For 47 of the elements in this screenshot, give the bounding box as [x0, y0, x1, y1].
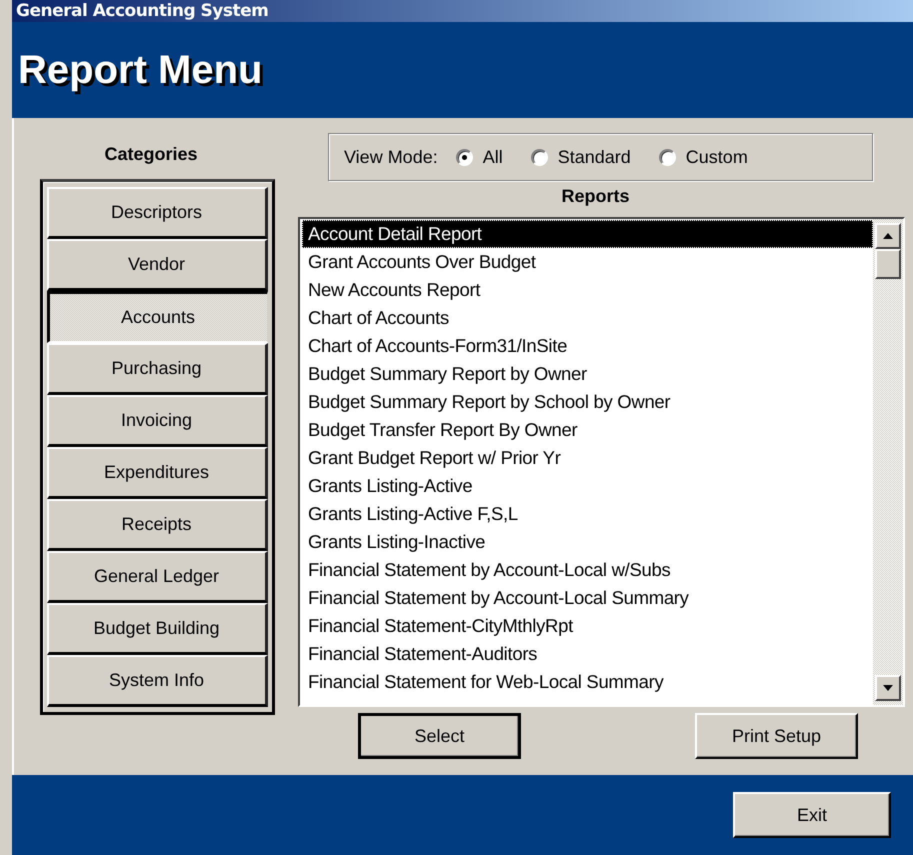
- report-item[interactable]: Grants Listing-Inactive: [302, 528, 873, 556]
- radio-label[interactable]: All: [482, 146, 503, 168]
- window-title: General Accounting System: [16, 1, 268, 21]
- view-mode-label: View Mode:: [344, 146, 438, 168]
- report-item[interactable]: Financial Statement-Auditors: [302, 640, 873, 668]
- category-button[interactable]: Expenditures: [46, 447, 268, 499]
- scrollbar[interactable]: [873, 219, 903, 705]
- report-item[interactable]: Chart of Accounts: [302, 304, 873, 332]
- report-item[interactable]: Grants Listing-Active F,S,L: [302, 500, 873, 528]
- report-item[interactable]: Budget Summary Report by Owner: [302, 360, 873, 388]
- report-item[interactable]: Financial Statement by Account-Local Summary: [302, 584, 873, 612]
- category-button[interactable]: General Ledger: [46, 551, 268, 603]
- category-button[interactable]: Budget Building: [46, 603, 268, 655]
- scroll-up-button[interactable]: [875, 223, 901, 249]
- report-item[interactable]: Financial Statement for Web-Local Summary: [302, 668, 873, 696]
- scroll-down-button[interactable]: [875, 675, 901, 701]
- radio-label[interactable]: Custom: [686, 146, 748, 168]
- report-item[interactable]: Grant Budget Report w/ Prior Yr: [302, 444, 873, 472]
- category-button[interactable]: Vendor: [46, 239, 268, 291]
- scroll-thumb[interactable]: [875, 249, 901, 279]
- category-button[interactable]: Accounts: [46, 291, 268, 343]
- exit-button[interactable]: Exit: [733, 792, 891, 838]
- select-button[interactable]: Select: [358, 713, 521, 759]
- categories-heading: Categories: [104, 144, 198, 165]
- category-button[interactable]: Purchasing: [46, 343, 268, 395]
- report-item[interactable]: Account Detail Report: [302, 220, 873, 248]
- report-item[interactable]: Financial Statement by Account-Local w/Subs: [302, 556, 873, 584]
- report-item[interactable]: Budget Summary Report by School by Owner: [302, 388, 873, 416]
- radio-button[interactable]: [658, 148, 676, 166]
- report-item[interactable]: New Accounts Report: [302, 276, 873, 304]
- report-item[interactable]: Budget Transfer Report By Owner: [302, 416, 873, 444]
- page-title: Report Menu: [18, 48, 262, 92]
- report-item[interactable]: Chart of Accounts-Form31/InSite: [302, 332, 873, 360]
- print-setup-button[interactable]: Print Setup: [695, 713, 858, 759]
- report-item[interactable]: Financial Statement-CityMthlyRpt: [302, 612, 873, 640]
- report-item[interactable]: Grants Listing-Active: [302, 472, 873, 500]
- category-button[interactable]: Receipts: [46, 499, 268, 551]
- radio-label[interactable]: Standard: [558, 146, 631, 168]
- category-button[interactable]: System Info: [46, 655, 268, 707]
- radio-button[interactable]: [456, 148, 473, 166]
- report-item[interactable]: Grant Accounts Over Budget: [302, 248, 873, 276]
- category-button[interactable]: Invoicing: [46, 395, 268, 447]
- down-arrow-icon: [883, 685, 893, 691]
- category-button[interactable]: Descriptors: [46, 187, 268, 239]
- radio-button[interactable]: [530, 148, 548, 166]
- reports-heading: Reports: [561, 186, 630, 207]
- up-arrow-icon: [883, 233, 893, 239]
